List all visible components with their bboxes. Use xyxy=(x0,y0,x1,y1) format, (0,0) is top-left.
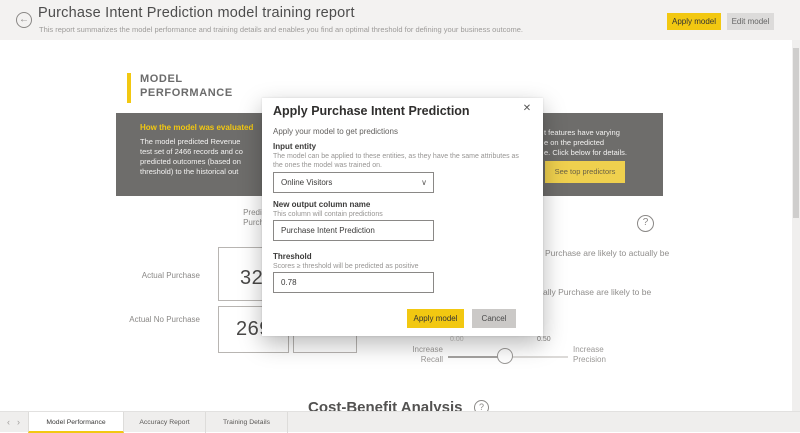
output-column-description: This column will contain predictions xyxy=(273,210,523,219)
threshold-value: 0.78 xyxy=(281,278,297,287)
input-entity-value: Online Visitors xyxy=(281,178,332,187)
threshold-input[interactable]: 0.78 xyxy=(273,272,434,293)
slider-tick-right: 0.50 xyxy=(537,336,551,343)
threshold-label: Threshold xyxy=(273,252,312,261)
matrix-row-label-actual-purchase: Actual Purchase xyxy=(110,271,200,280)
banner-text-line: test set of 2466 records and co xyxy=(140,147,243,156)
section-title: MODEL PERFORMANCE xyxy=(140,72,250,100)
input-entity-label: Input entity xyxy=(273,142,316,151)
prediction-summary-line: Purchase are likely to actually be xyxy=(545,248,669,258)
dialog-title: Apply Purchase Intent Prediction xyxy=(273,104,470,118)
dialog-subtitle: Apply your model to get predictions xyxy=(273,127,398,136)
dialog-cancel-button[interactable]: Cancel xyxy=(472,309,516,328)
vertical-scrollbar[interactable] xyxy=(792,40,800,432)
matrix-row-label-actual-no-purchase: Actual No Purchase xyxy=(110,315,200,324)
tab-nav-prev-icon[interactable]: ‹ xyxy=(7,417,10,427)
tab-training-details[interactable]: Training Details xyxy=(206,412,288,433)
banner-text-line: predicted outcomes (based on xyxy=(140,157,241,166)
see-top-predictors-button[interactable]: See top predictors xyxy=(545,161,625,183)
banner-right-text-line: e on the predicted xyxy=(544,138,604,147)
tab-model-performance[interactable]: Model Performance xyxy=(28,412,124,433)
output-column-label: New output column name xyxy=(273,200,370,209)
slider-tick-left: 0.00 xyxy=(450,336,464,343)
slider-track[interactable] xyxy=(505,356,568,358)
report-tab-bar: ‹ › Model Performance Accuracy Report Tr… xyxy=(0,411,800,432)
slider-handle[interactable] xyxy=(497,348,513,364)
apply-model-button[interactable]: Apply model xyxy=(667,13,721,30)
prediction-summary-line: ally Purchase are likely to be xyxy=(543,287,651,297)
close-icon[interactable]: ✕ xyxy=(520,103,534,114)
app-header: ← Purchase Intent Prediction model train… xyxy=(0,0,800,40)
edit-model-button[interactable]: Edit model xyxy=(727,13,774,30)
chevron-down-icon: ∨ xyxy=(421,173,427,192)
banner-text-line: The model predicted Revenue xyxy=(140,137,240,146)
apply-model-dialog: ✕ Apply Purchase Intent Prediction Apply… xyxy=(262,98,543,336)
dialog-apply-model-button[interactable]: Apply model xyxy=(407,309,464,328)
increase-recall-label: Increase Recall xyxy=(403,345,443,365)
increase-precision-label: Increase Precision xyxy=(573,345,615,365)
scrollbar-thumb[interactable] xyxy=(793,48,799,218)
tab-nav-next-icon[interactable]: › xyxy=(17,417,20,427)
output-column-value: Purchase Intent Prediction xyxy=(281,226,375,235)
tab-accuracy-report[interactable]: Accuracy Report xyxy=(124,412,206,433)
help-icon[interactable]: ? xyxy=(637,215,654,232)
banner-text-line: threshold) to the historical out xyxy=(140,167,238,176)
page-title: Purchase Intent Prediction model trainin… xyxy=(38,5,355,21)
banner-right-text-line: t features have varying xyxy=(544,128,620,137)
banner-right-text-line: e. Click below for details. xyxy=(544,148,627,157)
output-column-input[interactable]: Purchase Intent Prediction xyxy=(273,220,434,241)
section-accent-bar xyxy=(127,73,131,103)
back-icon[interactable]: ← xyxy=(16,12,32,28)
banner-heading: How the model was evaluated xyxy=(140,123,253,132)
threshold-description: Scores ≥ threshold will be predicted as … xyxy=(273,262,523,271)
input-entity-dropdown[interactable]: Online Visitors ∨ xyxy=(273,172,434,193)
page-subtitle: This report summarizes the model perform… xyxy=(39,25,523,34)
input-entity-description: The model can be applied to these entiti… xyxy=(273,152,523,170)
